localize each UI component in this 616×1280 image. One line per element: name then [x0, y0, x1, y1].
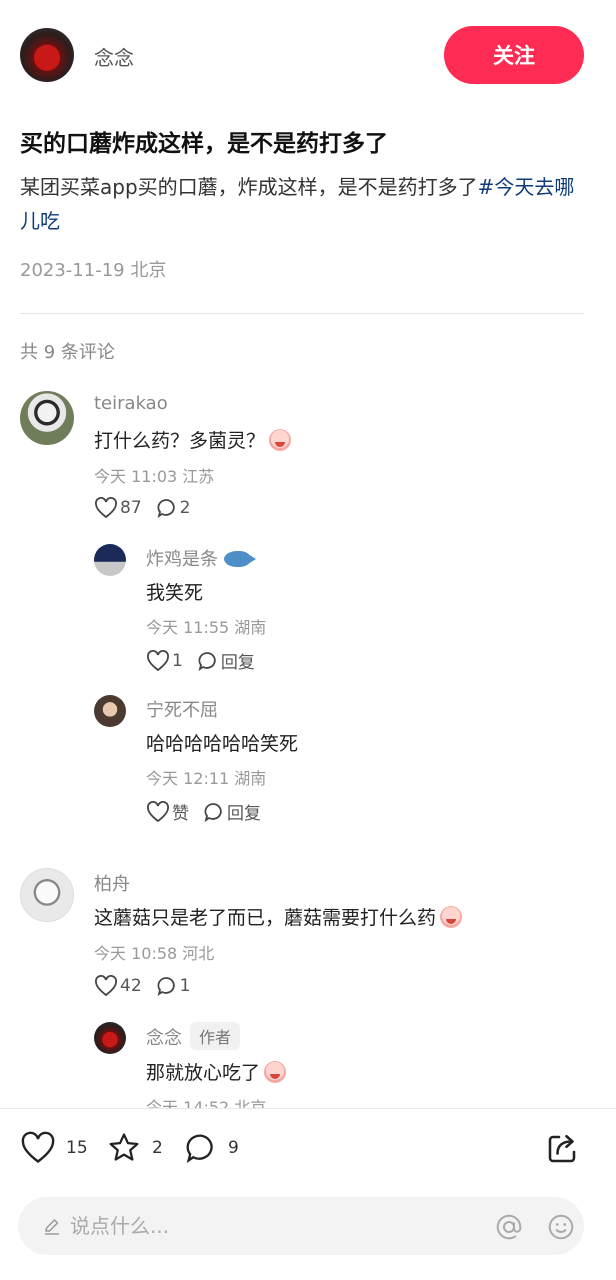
heart-icon — [147, 649, 169, 671]
reply-button[interactable]: 2 — [156, 497, 191, 519]
commenter-avatar[interactable] — [20, 391, 74, 445]
comment-actions: 赞 回复 — [146, 799, 275, 824]
divider — [20, 313, 584, 314]
like-count: 15 — [66, 1138, 88, 1158]
comment-text: 哈哈哈哈哈哈笑死 — [146, 733, 299, 755]
comment-input-box[interactable] — [18, 1197, 584, 1255]
comment-bubble-icon — [186, 1134, 213, 1163]
share-icon — [548, 1134, 576, 1163]
commenter-avatar[interactable] — [94, 695, 126, 727]
post-date-location: 2023-11-19 北京 — [20, 260, 167, 281]
reply-button[interactable]: 1 — [156, 975, 191, 997]
reply-label: 回复 — [220, 653, 255, 673]
post-body-text: 某团买菜app买的口蘑，炸成这样，是不是药打多了 — [20, 175, 478, 199]
commenter-name[interactable]: 念念 作者 — [146, 1022, 241, 1050]
crying-laugh-emoji-icon — [264, 1061, 287, 1083]
like-button[interactable]: 42 — [94, 975, 142, 997]
post-header: 念念 关注 — [0, 26, 616, 86]
crying-laugh-emoji-icon — [269, 429, 292, 451]
post-title: 买的口蘑炸成这样，是不是药打多了 — [20, 131, 388, 157]
star-icon — [109, 1133, 139, 1161]
comment-meta: 今天 11:03 江苏 — [94, 467, 215, 486]
comment-bubble-icon — [198, 651, 216, 671]
author-badge: 作者 — [190, 1022, 241, 1050]
post-body: 某团买菜app买的口蘑，炸成这样，是不是药打多了#今天去哪儿吃 — [20, 170, 590, 238]
author-name[interactable]: 念念 — [94, 42, 134, 71]
commenter-avatar[interactable] — [94, 544, 126, 576]
like-label: 赞 — [172, 804, 189, 824]
comment-bubble-icon — [157, 977, 175, 997]
comment-text-content: 那就放心吃了 — [146, 1062, 261, 1084]
bottom-action-bar: 15 2 9 — [0, 1108, 616, 1280]
reply-count: 2 — [179, 498, 191, 518]
reply-button[interactable]: 回复 — [197, 648, 255, 673]
comment-meta: 今天 11:55 湖南 — [146, 618, 267, 637]
comment-actions: 42 1 — [94, 975, 204, 997]
crying-laugh-emoji-icon — [440, 906, 463, 928]
heart-icon — [95, 497, 117, 519]
commenter-avatar[interactable] — [94, 1022, 126, 1054]
comment-input[interactable] — [70, 1197, 450, 1255]
heart-icon — [21, 1131, 55, 1164]
comment-text: 打什么药？多菌灵？ — [94, 426, 292, 453]
commenter-name[interactable]: 炸鸡是条 — [146, 545, 256, 571]
commenter-name[interactable]: 宁死不屈 — [146, 696, 218, 722]
reply-count: 1 — [179, 976, 191, 996]
like-count: 42 — [120, 976, 142, 996]
comment-meta: 今天 10:58 河北 — [94, 944, 215, 963]
like-button[interactable]: 87 — [94, 497, 142, 519]
at-mention-icon — [496, 1214, 522, 1240]
comment-text: 那就放心吃了 — [146, 1058, 287, 1085]
emoji-icon — [548, 1214, 574, 1240]
comment-button[interactable]: 9 — [184, 1131, 239, 1165]
reply-button[interactable]: 回复 — [203, 799, 261, 824]
commenter-avatar[interactable] — [20, 868, 74, 922]
comment-count: 9 — [228, 1138, 239, 1158]
commenter-name[interactable]: teirakao — [94, 393, 168, 414]
comment-text: 这蘑菇只是老了而已，蘑菇需要打什么药 — [94, 903, 463, 930]
comment-meta: 今天 12:11 湖南 — [146, 769, 267, 788]
comment-text: 我笑死 — [146, 582, 204, 604]
comment-actions: 1 回复 — [146, 648, 269, 673]
like-button[interactable]: 赞 — [146, 799, 189, 824]
author-avatar[interactable] — [20, 28, 74, 82]
like-button[interactable]: 1 — [146, 649, 183, 672]
reply-label: 回复 — [227, 804, 261, 824]
like-count: 1 — [172, 650, 183, 671]
commenter-name[interactable]: 柏舟 — [94, 870, 130, 896]
favorite-count: 2 — [152, 1138, 163, 1158]
follow-button[interactable]: 关注 — [444, 26, 584, 84]
like-count: 87 — [120, 498, 142, 518]
like-post-button[interactable]: 15 — [20, 1131, 88, 1165]
commenter-name-text: 炸鸡是条 — [146, 549, 218, 570]
comment-bubble-icon — [204, 802, 222, 822]
comment-actions: 87 2 — [94, 497, 204, 519]
heart-icon — [147, 800, 169, 822]
comment-text-content: 打什么药？多菌灵？ — [94, 430, 266, 452]
comment-bubble-icon — [157, 499, 175, 519]
fish-emoji-icon — [224, 551, 256, 567]
pencil-icon — [45, 1219, 59, 1235]
favorite-button[interactable]: 2 — [106, 1131, 163, 1165]
heart-icon — [95, 975, 117, 997]
comment-count-label: 共 9 条评论 — [20, 342, 115, 363]
commenter-name-text: 念念 — [146, 1028, 182, 1049]
share-button[interactable] — [544, 1131, 580, 1171]
comment-text-content: 这蘑菇只是老了而已，蘑菇需要打什么药 — [94, 907, 437, 929]
